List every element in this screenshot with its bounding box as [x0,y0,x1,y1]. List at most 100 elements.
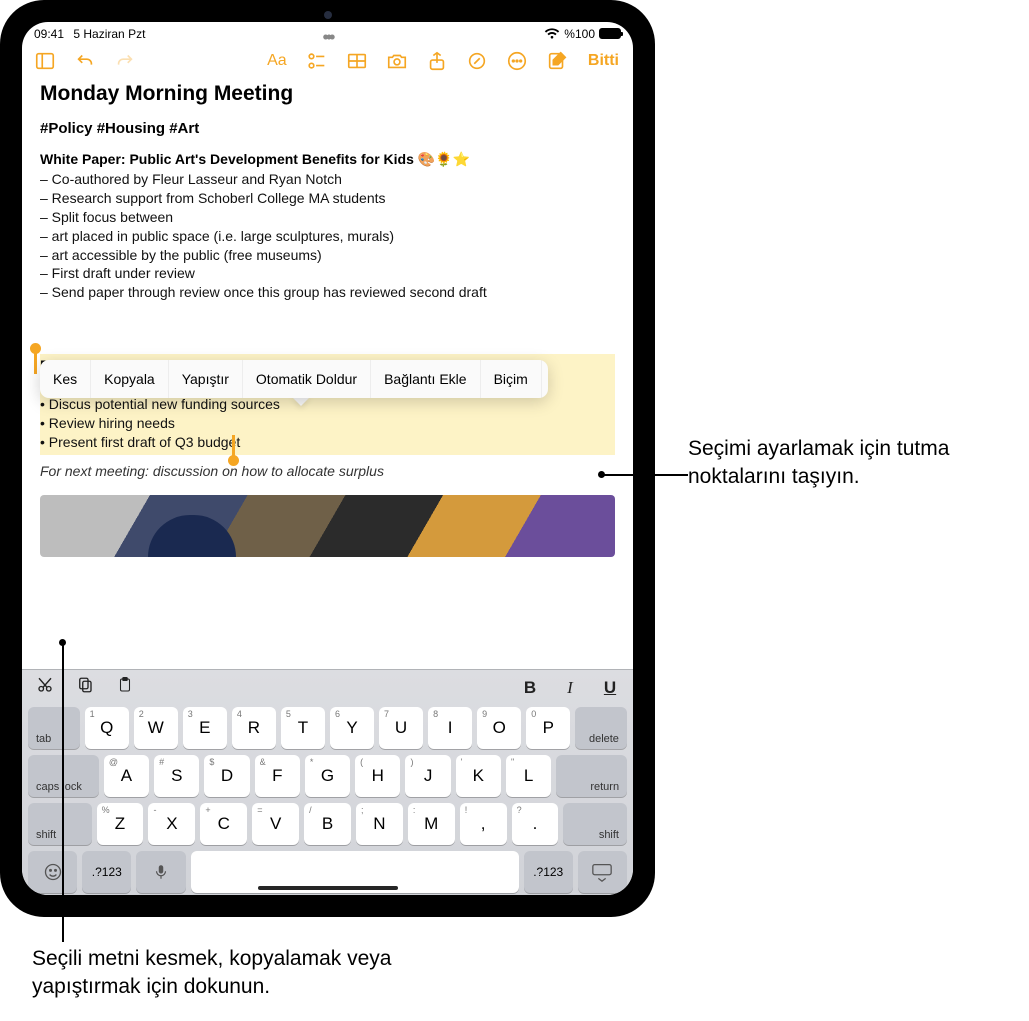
keyboard: B I U tab Q1W2E3R4T5Y6U7I8O9P0 delete ca… [22,669,633,895]
cut-icon[interactable] [34,676,56,699]
shift-key-right[interactable]: shift [563,803,627,845]
done-button[interactable]: Bitti [584,50,623,72]
checklist-icon[interactable] [304,48,330,74]
note-line[interactable]: – First draft under review [40,264,615,283]
note-hashtags[interactable]: #Policy #Housing #Art [40,120,615,137]
note-line[interactable]: – art placed in public space (i.e. large… [40,227,615,246]
status-bar: 09:41 5 Haziran Pzt ••• %100 [22,22,633,42]
table-icon[interactable] [344,48,370,74]
text-format-icon[interactable]: Aa [264,48,290,74]
number-key-left[interactable]: .?123 [82,851,131,893]
key-,[interactable]: ,! [460,803,507,845]
key-d[interactable]: D$ [204,755,249,797]
tab-key[interactable]: tab [28,707,80,749]
key-s[interactable]: S# [154,755,199,797]
key-n[interactable]: N; [356,803,403,845]
keyboard-row-2: caps lock A@S#D$F&G*H(J)K'L" return [28,755,627,797]
camera-icon[interactable] [384,48,410,74]
undo-icon[interactable] [72,48,98,74]
note-image[interactable] [40,495,615,557]
copy-icon[interactable] [74,676,96,699]
note-body[interactable]: Monday Morning Meeting #Policy #Housing … [22,78,633,669]
note-line[interactable]: – Co-authored by Fleur Lasseur and Ryan … [40,170,615,189]
home-indicator[interactable] [258,886,398,890]
ipad-frame: 09:41 5 Haziran Pzt ••• %100 [0,0,655,917]
key-x[interactable]: X- [148,803,195,845]
key-q[interactable]: Q1 [85,707,129,749]
key-g[interactable]: G* [305,755,350,797]
keyboard-shortcut-bar: B I U [28,676,627,701]
selection-line[interactable]: • Review hiring needs [40,414,615,433]
number-key-right[interactable]: .?123 [524,851,573,893]
screen: 09:41 5 Haziran Pzt ••• %100 [22,22,633,895]
dismiss-keyboard-key[interactable] [578,851,627,893]
key-j[interactable]: J) [405,755,450,797]
key-u[interactable]: U7 [379,707,423,749]
menu-cut[interactable]: Kes [40,360,91,398]
key-c[interactable]: C+ [200,803,247,845]
return-key[interactable]: return [556,755,627,797]
delete-key[interactable]: delete [575,707,627,749]
keyboard-row-1: tab Q1W2E3R4T5Y6U7I8O9P0 delete [28,707,627,749]
key-y[interactable]: Y6 [330,707,374,749]
selection-handle-end[interactable] [232,435,235,457]
callout-line [62,645,64,942]
note-line[interactable]: – Research support from Schoberl College… [40,189,615,208]
shift-key-left[interactable]: shift [28,803,92,845]
key-z[interactable]: Z% [97,803,144,845]
note-subhead[interactable]: White Paper: Public Art's Development Be… [40,151,615,168]
key-h[interactable]: H( [355,755,400,797]
callout-selection-handles: Seçimi ayarlamak için tutma noktalarını … [688,435,1018,492]
wifi-icon [544,28,560,40]
markup-icon[interactable] [464,48,490,74]
sidebar-toggle-icon[interactable] [32,48,58,74]
share-icon[interactable] [424,48,450,74]
note-title[interactable]: Monday Morning Meeting [40,82,615,106]
callout-pointer [598,471,605,478]
paste-icon[interactable] [114,676,136,699]
new-note-icon[interactable] [544,48,570,74]
italic-button[interactable]: I [559,678,581,698]
key-o[interactable]: O9 [477,707,521,749]
key-r[interactable]: R4 [232,707,276,749]
note-italic-line[interactable]: For next meeting: discussion on how to a… [40,463,615,479]
camera-dot [324,11,332,19]
status-right: %100 [544,27,621,41]
battery-pct: %100 [564,27,595,41]
key-.[interactable]: .? [512,803,559,845]
menu-add-link[interactable]: Bağlantı Ekle [371,360,481,398]
selection-line[interactable]: • Present first draft of Q3 budget [40,433,615,452]
menu-autofill[interactable]: Otomatik Doldur [243,360,371,398]
key-f[interactable]: F& [255,755,300,797]
key-k[interactable]: K' [456,755,501,797]
bold-button[interactable]: B [519,678,541,698]
key-t[interactable]: T5 [281,707,325,749]
context-menu: Kes Kopyala Yapıştır Otomatik Doldur Bağ… [40,360,548,398]
key-a[interactable]: A@ [104,755,149,797]
underline-button[interactable]: U [599,678,621,698]
emoji-key[interactable] [28,851,77,893]
menu-find-selection[interactable]: Seçimi Bul [542,360,548,398]
note-line[interactable]: – art accessible by the public (free mus… [40,246,615,265]
status-date: 5 Haziran Pzt [73,27,145,41]
multitask-dots[interactable]: ••• [323,27,333,48]
dictation-key[interactable] [136,851,185,893]
menu-copy[interactable]: Kopyala [91,360,169,398]
callout-cut-copy-paste: Seçili metni kesmek, kopyalamak veya yap… [32,945,432,1002]
key-e[interactable]: E3 [183,707,227,749]
key-m[interactable]: M: [408,803,455,845]
key-i[interactable]: I8 [428,707,472,749]
note-line[interactable]: – Split focus between [40,208,615,227]
key-p[interactable]: P0 [526,707,570,749]
status-time: 09:41 [34,27,64,41]
note-line[interactable]: – Send paper through review once this gr… [40,283,615,302]
selection-handle-start[interactable] [34,352,37,374]
menu-format[interactable]: Biçim [481,360,542,398]
menu-paste[interactable]: Yapıştır [169,360,243,398]
key-v[interactable]: V= [252,803,299,845]
key-l[interactable]: L" [506,755,551,797]
more-icon[interactable] [504,48,530,74]
redo-icon[interactable] [112,48,138,74]
key-b[interactable]: B/ [304,803,351,845]
key-w[interactable]: W2 [134,707,178,749]
